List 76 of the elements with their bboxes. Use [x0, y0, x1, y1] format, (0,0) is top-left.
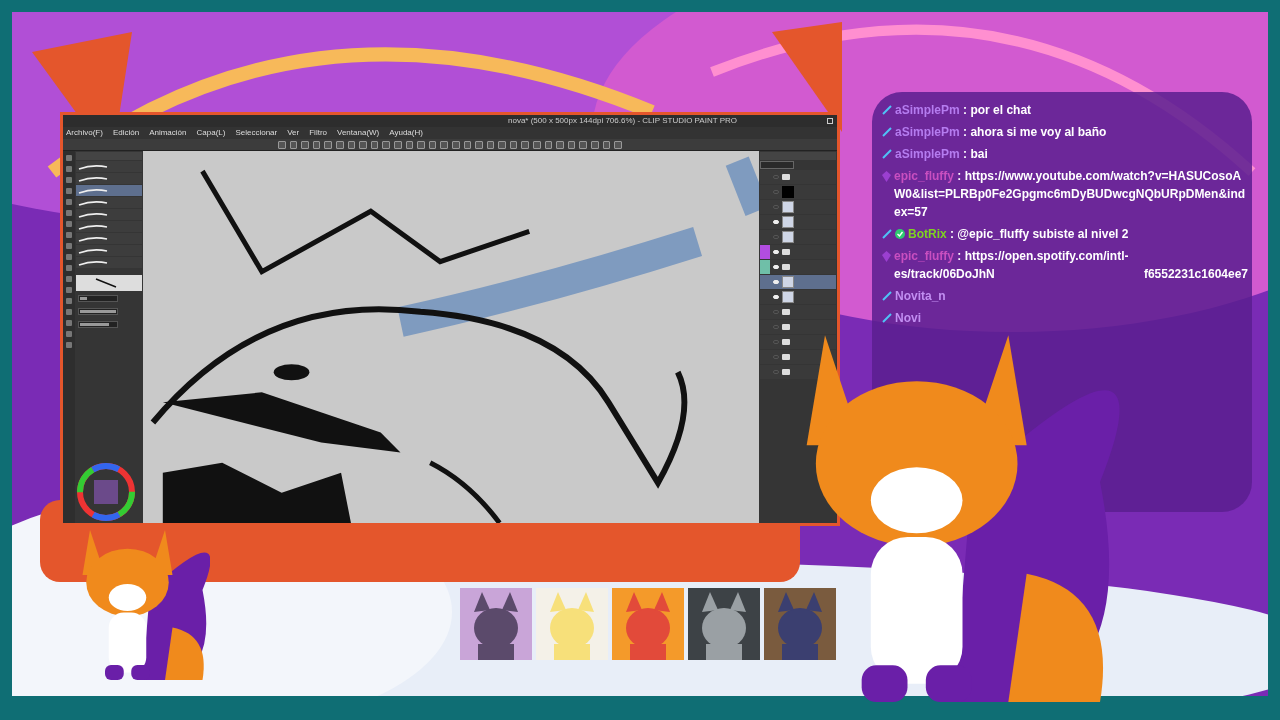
chat-username[interactable]: BotRix	[908, 227, 947, 241]
stroke-icon	[78, 211, 108, 218]
chat-message: aSimplePm : ahora si me voy al baño	[895, 124, 1108, 141]
stroke-icon	[78, 199, 108, 206]
layer-thumbnail	[782, 231, 794, 243]
layer-thumbnail	[782, 186, 794, 198]
chat-message: aSimplePm : por el chat	[895, 102, 1033, 119]
layer-thumbnail	[782, 276, 794, 288]
setting-track[interactable]	[78, 320, 118, 328]
menu-item[interactable]: Animación	[149, 128, 187, 138]
layer-thumbnail	[782, 291, 794, 303]
layer-row[interactable]	[760, 290, 836, 304]
menu-item[interactable]: Filtro	[309, 128, 327, 138]
stroke-icon	[78, 175, 108, 182]
folder-icon	[782, 324, 790, 330]
menu-item[interactable]: Ayuda(H)	[389, 128, 423, 138]
layer-row[interactable]	[760, 215, 836, 229]
brush-item[interactable]	[76, 185, 142, 196]
layer-row[interactable]	[760, 200, 836, 214]
chat-message: es/track/06DoJhN	[894, 266, 995, 283]
stroke-icon	[78, 163, 108, 170]
brush-item[interactable]	[76, 173, 142, 184]
brush-item[interactable]	[76, 221, 142, 232]
setting-track[interactable]	[78, 294, 118, 302]
brush-item[interactable]	[76, 161, 142, 172]
folder-icon	[782, 354, 790, 360]
sword-icon	[882, 105, 892, 115]
brush-preview	[76, 275, 142, 291]
chat-message: epic_fluffy : https://www.youtube.com/watch?v=HASUCosoAW0&list=PLRBp0Fe2Gpgmc6mDyBUDwcgNQbURpDMen&index=57	[894, 168, 1247, 221]
sword-icon	[882, 313, 892, 323]
folder-icon	[782, 369, 790, 375]
gem-icon	[882, 170, 891, 182]
chat-message: BotRix : @epic_fluffy subiste al nivel 2	[908, 226, 1130, 243]
layer-thumbnail	[782, 201, 794, 213]
layer-row[interactable]	[760, 335, 836, 349]
sword-icon	[882, 229, 892, 239]
layer-row[interactable]	[760, 320, 836, 334]
chat-username[interactable]: Novita_n	[895, 287, 946, 305]
menu-item[interactable]: Capa(L)	[196, 128, 226, 138]
chat-username[interactable]: Novi	[895, 309, 921, 327]
folder-icon	[782, 174, 790, 180]
sword-icon	[882, 149, 892, 159]
sword-icon	[882, 127, 892, 137]
menu-item[interactable]: Edición	[112, 128, 140, 138]
brush-item[interactable]	[76, 233, 142, 244]
menu-item[interactable]: Seleccionar	[235, 128, 278, 138]
chat-message: f6552231c1604ee7	[1143, 266, 1248, 283]
folder-icon	[782, 309, 790, 315]
folder-icon	[782, 249, 790, 255]
stroke-icon	[78, 187, 108, 194]
layer-thumbnail	[782, 216, 794, 228]
menu-item[interactable]: Ventana(W)	[337, 128, 380, 138]
menu-item[interactable]: Ver	[287, 128, 300, 138]
brush-item[interactable]	[76, 209, 142, 220]
layer-row[interactable]	[760, 260, 836, 274]
color-wheel[interactable]	[76, 462, 136, 522]
folder-icon	[782, 264, 790, 270]
layer-row[interactable]	[760, 245, 836, 259]
stroke-icon	[78, 235, 108, 242]
sword-icon	[882, 291, 892, 301]
gem-icon	[882, 250, 891, 262]
stroke-icon	[78, 223, 108, 230]
layer-row[interactable]	[760, 305, 836, 319]
chat-message: epic_fluffy : https://open.spotify.com/intl-	[894, 248, 1130, 265]
menu-item[interactable]: Archivo(F)	[66, 128, 103, 138]
layer-row[interactable]	[760, 170, 836, 184]
chat-message: aSimplePm : bai	[895, 146, 989, 163]
window-title: nova* (500 x 500px 144dpi 706.6%) - CLIP STUDIO PAINT PRO	[508, 116, 737, 126]
stroke-icon	[78, 259, 108, 266]
brush-item[interactable]	[76, 197, 142, 208]
folder-icon	[782, 339, 790, 345]
close-icon[interactable]	[827, 118, 833, 124]
stroke-icon	[78, 247, 108, 254]
layer-row[interactable]	[760, 230, 836, 244]
brush-item[interactable]	[76, 245, 142, 256]
brush-item[interactable]	[76, 257, 142, 268]
